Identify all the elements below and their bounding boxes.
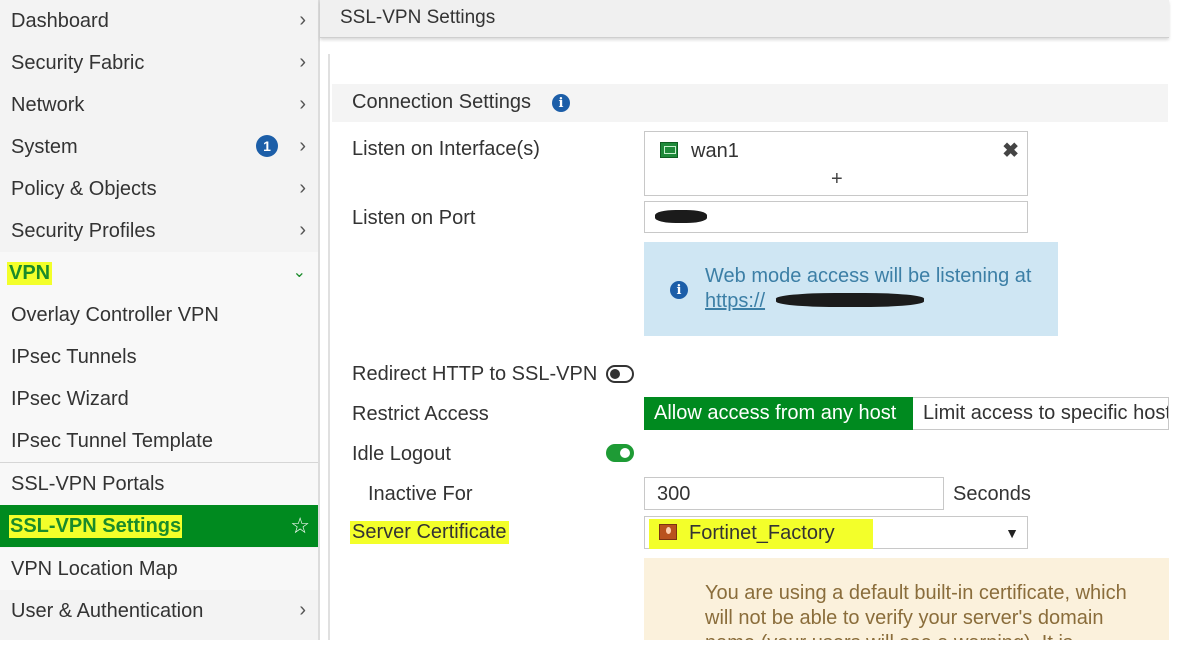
redirect-http-label: Redirect HTTP to SSL-VPN [352,363,598,385]
redacted-value [655,210,707,223]
inactive-for-label: Inactive For [368,483,473,505]
sidebar-item-label: SSL-VPN Portals [11,472,165,495]
chevron-right-icon: › [299,51,306,73]
redirect-http-toggle[interactable] [606,365,634,383]
sidebar-item-label: System [11,135,78,158]
network-port-icon [660,142,678,158]
chevron-right-icon: › [299,9,306,31]
sidebar-item-security-fabric[interactable]: Security Fabric › [0,42,318,84]
warning-text-line: You are using a default built-in certifi… [705,582,1127,604]
sidebar-item-network[interactable]: Network › [0,84,318,126]
sidebar: Dashboard › Security Fabric › Network › … [0,0,320,640]
idle-logout-toggle[interactable] [606,444,634,462]
page-title: SSL-VPN Settings [340,7,496,28]
sidebar-item-ipsec-tunnel-template[interactable]: IPsec Tunnel Template [0,420,318,462]
chevron-right-icon: › [299,599,306,621]
limit-hosts-option[interactable]: Limit access to specific hosts [913,397,1169,430]
inactive-for-input[interactable]: 300 [644,477,944,510]
server-certificate-select[interactable]: Fortinet_Factory ▼ [644,516,1028,549]
chevron-right-icon: › [299,135,306,157]
sidebar-item-label: Security Fabric [11,51,145,74]
redacted-value [776,293,924,307]
chevron-down-icon: ⌄ [292,264,306,281]
sidebar-item-label: Policy & Objects [11,177,157,200]
sidebar-item-label: Network [11,93,85,116]
certificate-icon [659,524,677,540]
chevron-right-icon: › [299,219,306,241]
chevron-right-icon: › [299,177,306,199]
sidebar-item-vpn-location-map[interactable]: VPN Location Map [0,548,318,590]
listen-port-input[interactable] [644,201,1028,233]
certificate-value: Fortinet_Factory [689,522,835,544]
close-icon[interactable]: ✖ [1002,138,1019,163]
sidebar-item-ssl-vpn-settings[interactable]: SSL-VPN Settings ☆ [0,505,318,547]
idle-logout-label: Idle Logout [352,443,451,465]
warning-text-line: name (your users will see a warning). It… [705,632,1073,640]
seconds-unit: Seconds [953,483,1031,505]
section-header-connection: Connection Settings i [332,84,1168,122]
sidebar-item-label: IPsec Tunnels [11,345,137,368]
sidebar-item-label: SSL-VPN Settings [9,514,183,538]
web-mode-info-note: i Web mode access will be listening at h… [644,242,1058,336]
chevron-right-icon: › [299,93,306,115]
sidebar-item-label: User & Authentication [11,599,204,622]
warning-text-line: will not be able to verify your server's… [705,607,1104,629]
page-header: SSL-VPN Settings [320,0,1169,38]
info-icon: i [670,281,688,299]
restrict-access-label: Restrict Access [352,403,489,425]
sidebar-item-overlay-controller-vpn[interactable]: Overlay Controller VPN [0,294,318,336]
sidebar-item-system[interactable]: System 1 › [0,126,318,168]
sidebar-item-user-authentication[interactable]: User & Authentication › [0,590,318,632]
sidebar-item-ipsec-tunnels[interactable]: IPsec Tunnels [0,336,318,378]
certificate-warning-note: You are using a default built-in certifi… [644,558,1169,640]
sidebar-item-label: VPN [7,261,53,285]
sidebar-item-ipsec-wizard[interactable]: IPsec Wizard [0,378,318,420]
sidebar-item-ssl-vpn-portals[interactable]: SSL-VPN Portals [0,463,318,505]
info-icon[interactable]: i [552,94,570,112]
chevron-down-icon: ▼ [1005,525,1019,541]
sidebar-item-label: IPsec Wizard [11,387,129,410]
star-icon[interactable]: ☆ [290,513,310,539]
interface-selector[interactable]: wan1 ✖ + [644,131,1028,196]
listen-port-label: Listen on Port [352,207,476,229]
web-mode-note-text: Web mode access will be listening at [705,265,1032,287]
notification-badge: 1 [256,135,278,157]
server-certificate-label: Server Certificate [350,521,509,544]
sidebar-item-policy-objects[interactable]: Policy & Objects › [0,168,318,210]
allow-any-host-option[interactable]: Allow access from any host [644,397,913,430]
section-title: Connection Settings [352,91,532,113]
sidebar-item-security-profiles[interactable]: Security Profiles › [0,210,318,252]
sidebar-item-vpn[interactable]: VPN ⌄ [0,252,318,294]
listen-interface-label: Listen on Interface(s) [352,138,540,160]
sidebar-item-label: Overlay Controller VPN [11,303,219,326]
sidebar-item-label: VPN Location Map [11,557,178,580]
inactive-for-value: 300 [657,483,691,505]
sidebar-item-label: Dashboard [11,9,109,32]
interface-entry: wan1 [691,140,739,162]
web-mode-link[interactable]: https:// [705,290,765,313]
sidebar-item-label: Security Profiles [11,219,156,242]
sidebar-item-dashboard[interactable]: Dashboard › [0,0,318,42]
sidebar-item-label: IPsec Tunnel Template [11,429,213,452]
add-interface-button[interactable]: + [831,168,843,191]
